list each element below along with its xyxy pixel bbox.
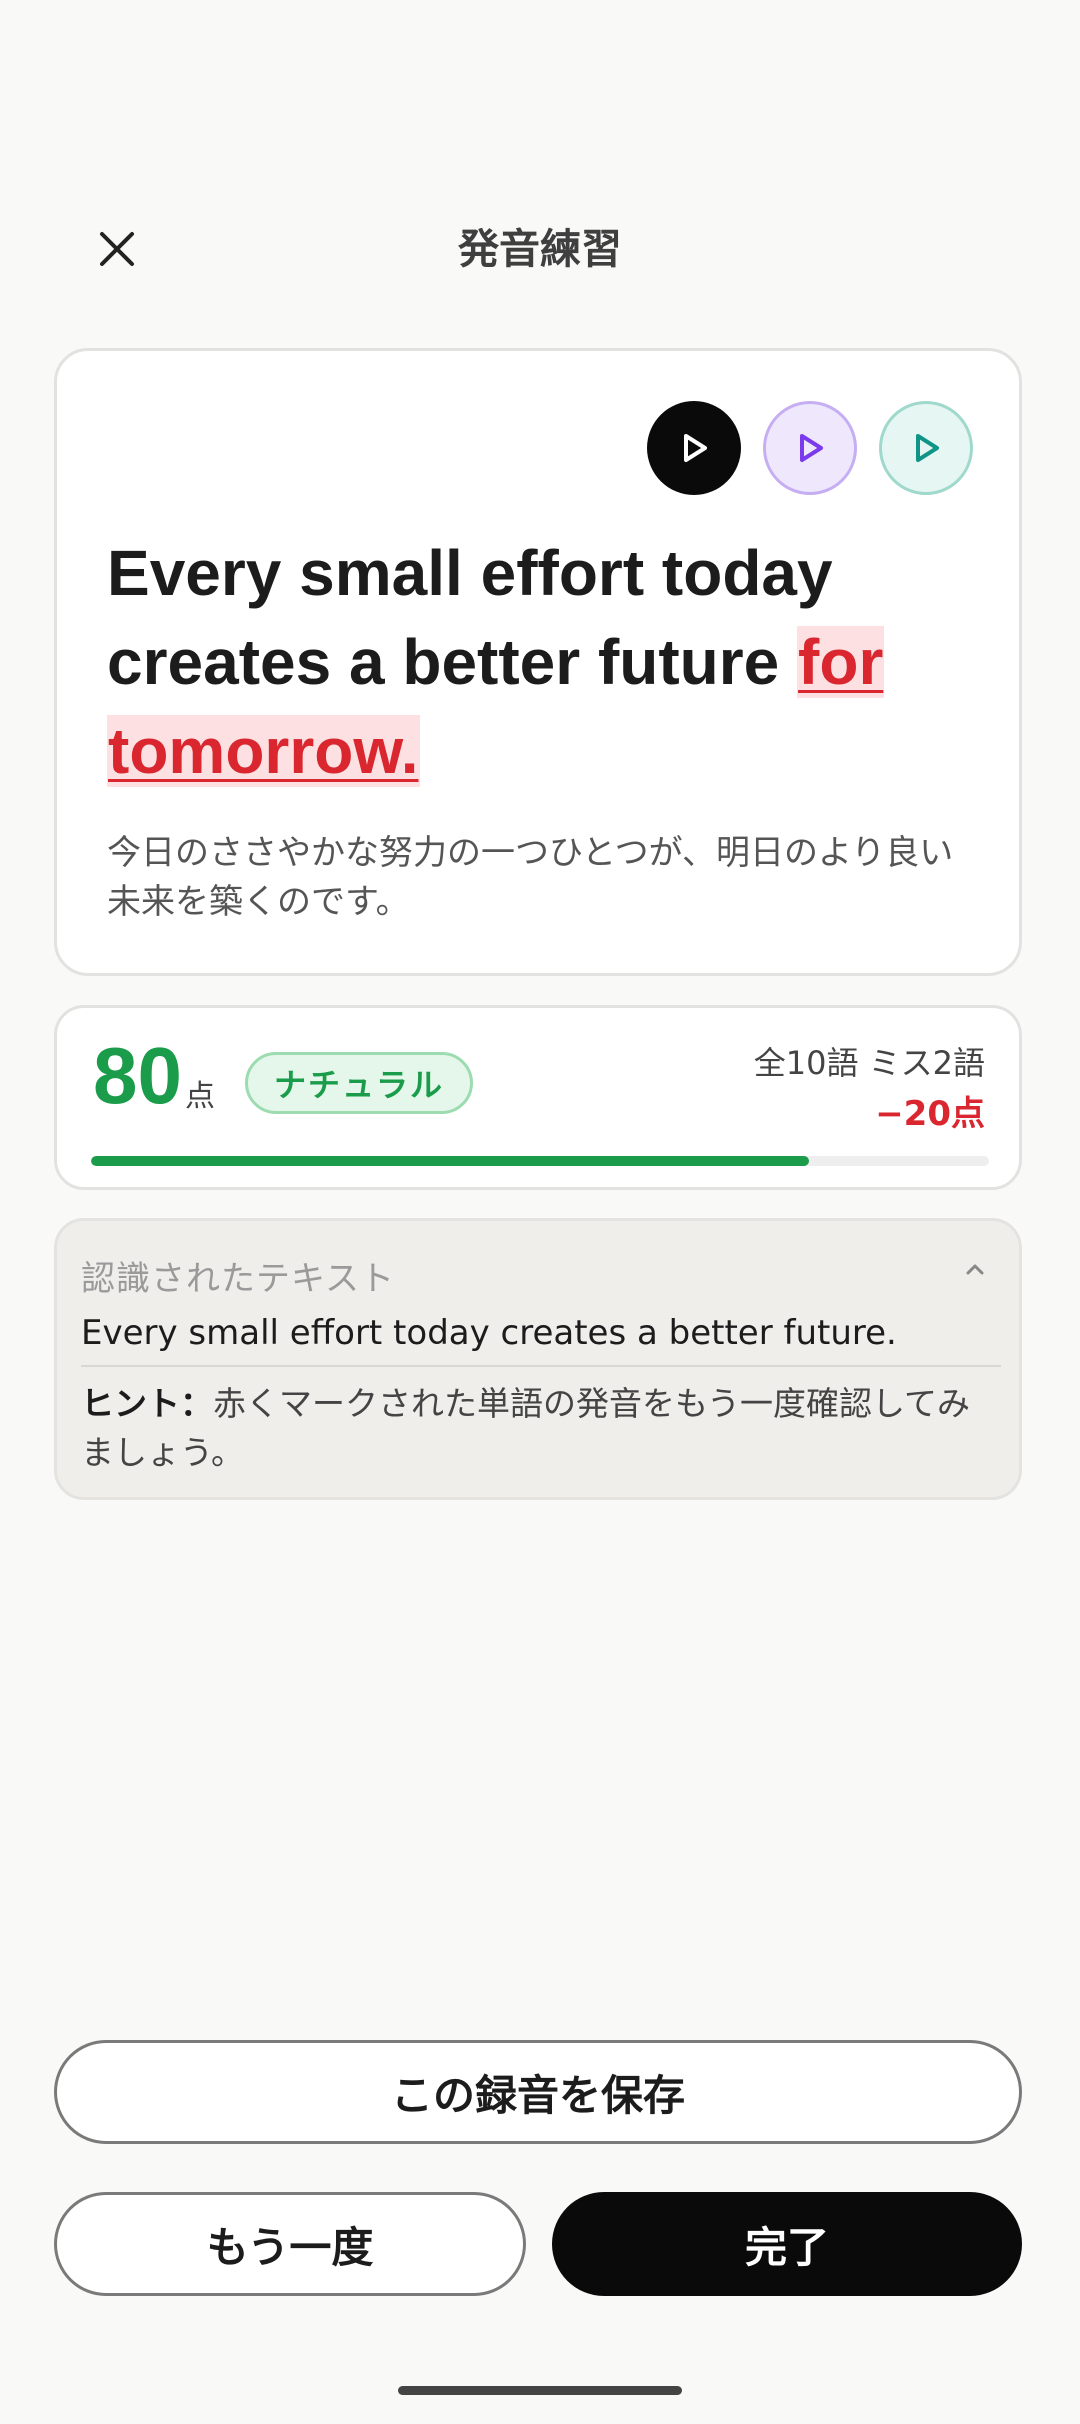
hint-text: ヒント：赤くマークされた単語の発音をもう一度確認してみましょう。 bbox=[81, 1379, 1001, 1477]
collapse-toggle[interactable] bbox=[955, 1249, 995, 1289]
practice-sentence: Every small effort today creates a bette… bbox=[107, 529, 967, 796]
recognized-label: 認識されたテキスト bbox=[81, 1259, 395, 1299]
sentence-correct-part: Every small effort today creates a bette… bbox=[107, 537, 833, 698]
play-slow-button[interactable] bbox=[763, 401, 857, 495]
play-icon bbox=[916, 434, 939, 462]
level-badge: ナチュラル bbox=[245, 1052, 474, 1114]
divider bbox=[81, 1365, 1001, 1367]
hint-body: 赤くマークされた単語の発音をもう一度確認してみましょう。 bbox=[81, 1384, 971, 1472]
done-button[interactable]: 完了 bbox=[552, 2192, 1022, 2296]
word-stats: 全10語 ミス2語 bbox=[753, 1044, 985, 1082]
play-reference-button[interactable] bbox=[879, 401, 973, 495]
play-icon bbox=[684, 434, 707, 462]
page-title: 発音練習 bbox=[458, 225, 622, 273]
translation-text: 今日のささやかな努力の一つひとつが、明日のより良い未来を築くのです。 bbox=[107, 833, 954, 922]
retry-button[interactable]: もう一度 bbox=[54, 2192, 526, 2296]
recognized-text-panel: 認識されたテキスト Every small effort today creat… bbox=[54, 1218, 1022, 1500]
missed-word[interactable]: tomorrow. bbox=[107, 715, 420, 787]
play-icon bbox=[800, 434, 823, 462]
recognized-text: Every small effort today creates a bette… bbox=[81, 1313, 897, 1353]
score-value: 80 bbox=[93, 1031, 182, 1120]
penalty-points: −20点 bbox=[875, 1094, 985, 1134]
close-icon bbox=[100, 232, 134, 266]
save-recording-button[interactable]: この録音を保存 bbox=[54, 2040, 1022, 2144]
score-progress-bar bbox=[91, 1156, 989, 1166]
score-card: 80 点 ナチュラル 全10語 ミス2語 −20点 bbox=[54, 1005, 1022, 1190]
chevron-up-icon bbox=[966, 1264, 984, 1275]
sentence-card: Every small effort today creates a bette… bbox=[54, 348, 1022, 976]
hint-label: ヒント： bbox=[81, 1384, 213, 1423]
close-button[interactable] bbox=[88, 220, 146, 278]
home-indicator bbox=[398, 2386, 682, 2395]
play-main-button[interactable] bbox=[647, 401, 741, 495]
score-unit: 点 bbox=[185, 1079, 215, 1114]
score-progress-fill bbox=[91, 1156, 810, 1166]
missed-word[interactable]: for bbox=[797, 626, 885, 698]
